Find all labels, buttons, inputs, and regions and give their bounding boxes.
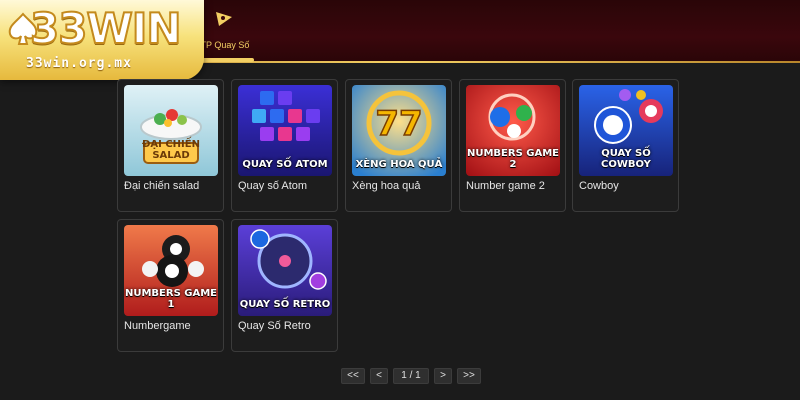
game-grid: ĐẠI CHIẾN SALAD Đại chiến salad QUAY SỐ … bbox=[117, 79, 683, 353]
thumbnail-caption: QUAY SỐ ATOM bbox=[242, 159, 328, 170]
thumbnail-caption: QUAY SỐ COWBOY bbox=[601, 148, 651, 170]
thumbnail-caption: NUMBERS GAME 2 bbox=[466, 148, 559, 170]
game-card-cowboy[interactable]: QUAY SỐ COWBOY Cowboy bbox=[572, 79, 679, 212]
game-thumbnail: 77 XÈNG HOA QUẢ bbox=[352, 85, 446, 176]
game-card-quay-so-retro[interactable]: QUAY SỐ RETRO Quay Số Retro bbox=[231, 219, 338, 352]
game-card-number-game-2[interactable]: NUMBERS GAME 2 Number game 2 bbox=[459, 79, 566, 212]
game-title: Quay số Atom bbox=[238, 180, 308, 192]
game-thumbnail: QUAY SỐ RETRO bbox=[238, 225, 332, 316]
page-indicator: 1 / 1 bbox=[393, 368, 429, 384]
next-page-button[interactable]: > bbox=[434, 368, 452, 384]
active-tab-indicator bbox=[196, 58, 254, 62]
game-card-dai-chien-salad[interactable]: ĐẠI CHIẾN SALAD Đại chiến salad bbox=[117, 79, 224, 212]
game-card-numbergame[interactable]: NUMBERS GAME 1 Numbergame bbox=[117, 219, 224, 352]
thumbnail-caption: QUAY SỐ RETRO bbox=[239, 299, 331, 310]
salad-bowl-icon bbox=[124, 85, 218, 176]
logo-wordmark: 33WIN bbox=[29, 3, 183, 54]
lottery-ticket-icon bbox=[216, 12, 232, 26]
thumbnail-caption: XÈNG HOA QUẢ bbox=[355, 159, 443, 170]
game-title: Number game 2 bbox=[466, 180, 545, 192]
first-page-button[interactable]: << bbox=[341, 368, 365, 384]
brand-logo[interactable]: 33WIN 33win.org.mx bbox=[0, 0, 204, 80]
tab-label: TP Quay Số bbox=[200, 40, 250, 50]
game-title: Quay Số Retro bbox=[238, 320, 311, 332]
svg-text:77: 77 bbox=[375, 104, 422, 144]
game-card-quay-so-atom[interactable]: QUAY SỐ ATOM Quay số Atom bbox=[231, 79, 338, 212]
game-thumbnail: QUAY SỐ ATOM bbox=[238, 85, 332, 176]
game-thumbnail: NUMBERS GAME 2 bbox=[466, 85, 560, 176]
pagination: << < 1 / 1 > >> bbox=[341, 368, 483, 384]
game-title: Đại chiến salad bbox=[124, 180, 200, 192]
game-thumbnail: QUAY SỐ COWBOY bbox=[579, 85, 673, 176]
tab-tp-quay-so[interactable]: TP Quay Số bbox=[196, 6, 254, 60]
thumbnail-caption: ĐẠI CHIẾN SALAD bbox=[142, 139, 200, 161]
last-page-button[interactable]: >> bbox=[457, 368, 481, 384]
prev-page-button[interactable]: < bbox=[370, 368, 388, 384]
thumbnail-caption: NUMBERS GAME 1 bbox=[124, 288, 217, 310]
game-card-xeng-hoa-qua[interactable]: 77 XÈNG HOA QUẢ Xèng hoa quả bbox=[345, 79, 452, 212]
game-title: Cowboy bbox=[579, 180, 619, 192]
logo-domain: 33win.org.mx bbox=[26, 56, 132, 71]
game-title: Xèng hoa quả bbox=[352, 180, 421, 192]
game-thumbnail: NUMBERS GAME 1 bbox=[124, 225, 218, 316]
game-title: Numbergame bbox=[124, 320, 191, 332]
game-thumbnail: ĐẠI CHIẾN SALAD bbox=[124, 85, 218, 176]
